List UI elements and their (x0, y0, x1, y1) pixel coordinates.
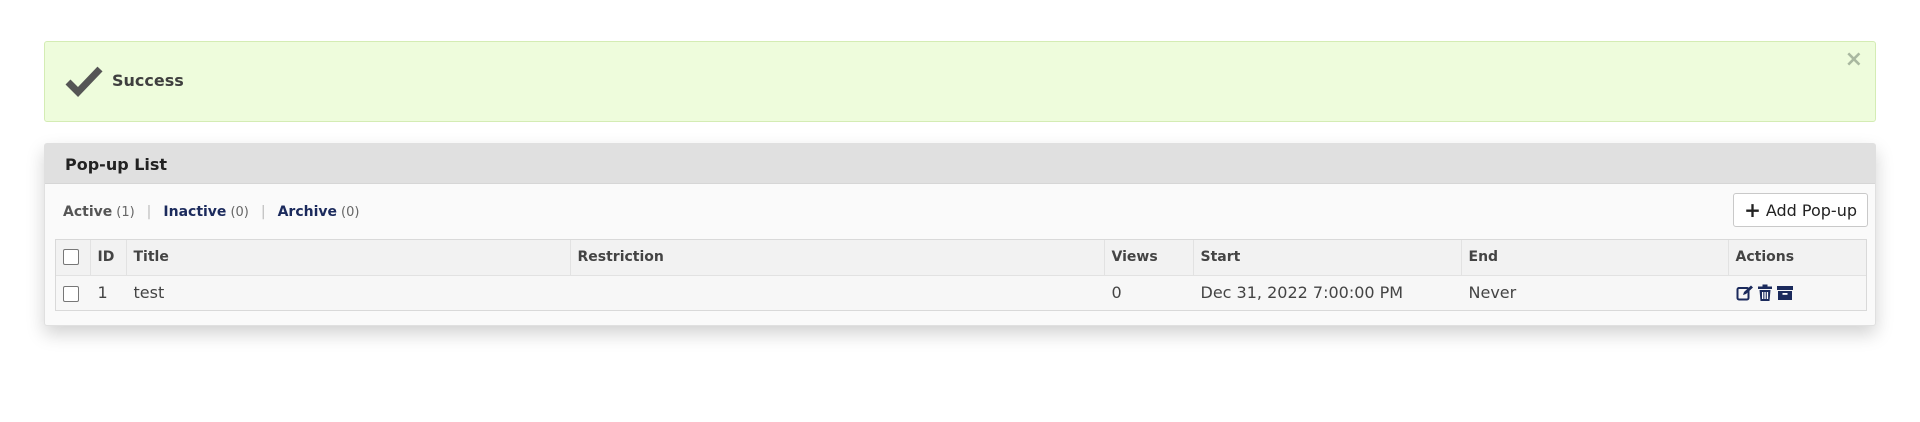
select-all-header (56, 240, 91, 276)
cell-end: Never (1468, 283, 1517, 303)
filter-inactive[interactable]: Inactive (0) (163, 204, 248, 220)
archive-icon[interactable] (1776, 284, 1794, 302)
column-header-actions: Actions (1728, 240, 1866, 276)
filter-archive-count: (0) (341, 205, 360, 220)
filter-archive-label: Archive (277, 204, 338, 220)
cell-restriction (570, 275, 1104, 310)
filter-active-count: (1) (116, 205, 135, 220)
filter-active[interactable]: Active (1) (63, 204, 135, 220)
row-select-cell (56, 275, 90, 310)
plus-icon: + (1744, 198, 1761, 222)
filter-active-label: Active (63, 204, 113, 220)
cell-views: 0 (1111, 283, 1122, 303)
add-popup-label: Add Pop-up (1765, 200, 1857, 220)
popup-table: ID Title Restriction Views Start End Act… (55, 239, 1867, 311)
trash-icon[interactable] (1756, 284, 1774, 302)
filter-separator: | (260, 204, 266, 220)
cell-id: 1 (97, 283, 108, 303)
cell-start: Dec 31, 2022 7:00:00 PM (1200, 283, 1404, 303)
cell-title: test (133, 283, 165, 303)
popup-list-panel: Pop-up List Active (1) | Inactive (0) | … (44, 143, 1876, 326)
status-filters: Active (1) | Inactive (0) | Archive (0) (63, 204, 359, 220)
select-all-checkbox[interactable] (63, 249, 79, 266)
edit-icon[interactable] (1736, 284, 1754, 302)
column-header-restriction[interactable]: Restriction (570, 240, 1105, 276)
checkmark-icon (65, 66, 103, 98)
success-alert: Success × (44, 41, 1876, 122)
table-row: 1 test 0 Dec 31, 2022 7:00:00 PM Never (56, 275, 1866, 310)
panel-title: Pop-up List (45, 144, 1875, 184)
column-header-end[interactable]: End (1461, 240, 1729, 276)
table-header-row: ID Title Restriction Views Start End Act… (56, 240, 1866, 276)
filter-separator: | (146, 204, 152, 220)
filter-archive[interactable]: Archive (0) (278, 204, 360, 220)
close-icon[interactable]: × (1845, 49, 1863, 71)
add-popup-button[interactable]: + Add Pop-up (1733, 193, 1868, 227)
cell-actions (1728, 275, 1866, 310)
filter-inactive-count: (0) (230, 205, 249, 220)
column-header-views[interactable]: Views (1104, 240, 1194, 276)
column-header-title[interactable]: Title (126, 240, 571, 276)
alert-message: Success (112, 71, 184, 90)
column-header-start[interactable]: Start (1193, 240, 1462, 276)
row-checkbox[interactable] (63, 285, 79, 302)
filter-inactive-label: Inactive (163, 204, 227, 220)
column-header-id[interactable]: ID (90, 240, 127, 276)
